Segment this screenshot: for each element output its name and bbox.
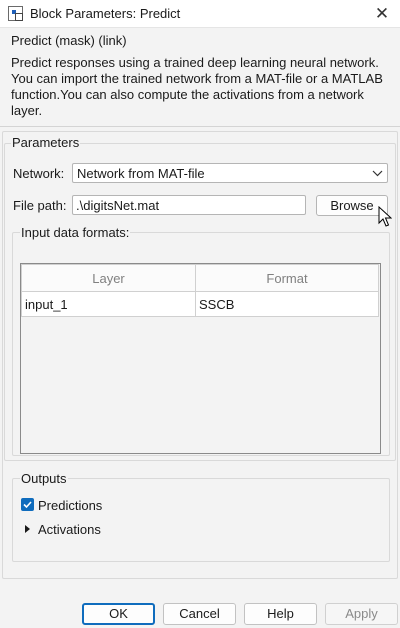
title-bar: Block Parameters: Predict ✕ xyxy=(0,0,400,28)
apply-button[interactable]: Apply xyxy=(325,603,398,625)
window-title: Block Parameters: Predict xyxy=(30,6,181,21)
help-button[interactable]: Help xyxy=(244,603,317,625)
mask-description-section: Predict (mask) (link) Predict responses … xyxy=(0,29,400,127)
simulink-block-icon xyxy=(8,6,23,21)
dialog-content-frame xyxy=(2,131,398,579)
mask-title: Predict (mask) (link) xyxy=(11,33,127,48)
ok-button[interactable]: OK xyxy=(82,603,155,625)
block-description: Predict responses using a trained deep l… xyxy=(11,55,383,118)
cancel-button[interactable]: Cancel xyxy=(163,603,236,625)
close-icon[interactable]: ✕ xyxy=(372,3,392,25)
